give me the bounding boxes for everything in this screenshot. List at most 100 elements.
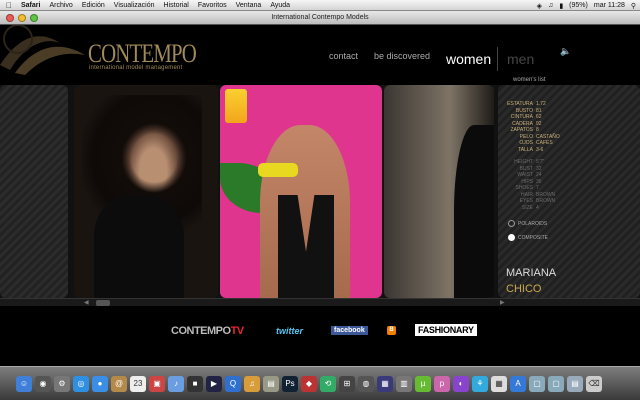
twitter-link[interactable]: twitter <box>276 326 303 336</box>
model-photo-2[interactable] <box>220 85 382 298</box>
battery-icon[interactable]: ▮ <box>559 2 563 10</box>
site-header: CONTEMPO international model management … <box>0 25 640 85</box>
app-store-icon[interactable]: A <box>510 375 526 392</box>
stat-value: BROWN <box>536 198 556 204</box>
mac-dock: ☺ ◉ ⚙ ◎ ● @23 ▣ ♪ ■ ▶ Q ♫ ▤ Ps ◆ ⟲ ⊞ ◍ ▦ ▥ µ p ◐ ⚘ ▦ A ▢ ▢ ▤ ⌫ <box>0 366 640 400</box>
polaroids-radio[interactable] <box>508 220 515 227</box>
bittorrent-icon[interactable]: µ <box>415 375 431 392</box>
system-preferences-icon[interactable]: ⚙ <box>54 375 70 392</box>
iphoto-icon[interactable]: ▣ <box>149 375 165 392</box>
time-machine-icon[interactable]: ⟲ <box>320 375 336 392</box>
menubar-status-area: ◈ ♫ ▮ (95%) mar 11:28 ⚲ <box>537 0 636 11</box>
model-gallery: ESTATURA 1.72 BUSTO 81 CINTURA 62 CADERA 92 … <box>0 85 640 300</box>
expose-icon[interactable]: ⊞ <box>339 375 355 392</box>
dashboard-icon[interactable]: ◉ <box>35 375 51 392</box>
photo2-sunglasses <box>258 163 298 177</box>
ichat-icon[interactable]: ● <box>92 375 108 392</box>
window-titlebar: International Contempo Models <box>0 11 640 25</box>
safari-icon[interactable]: ◎ <box>73 375 89 392</box>
volume-icon[interactable]: ♫ <box>548 2 553 9</box>
wifi-icon[interactable]: ◈ <box>537 2 542 10</box>
menu-safari[interactable]: Safari <box>21 2 40 9</box>
menu-favoritos[interactable]: Favoritos <box>198 2 227 9</box>
nav-men[interactable]: men <box>507 51 534 67</box>
ical-icon[interactable]: 23 <box>130 375 146 392</box>
network-icon[interactable]: ⚘ <box>472 375 488 392</box>
vlc-icon[interactable]: p <box>434 375 450 392</box>
nav-be-discovered[interactable]: be discovered <box>374 51 430 61</box>
close-button[interactable] <box>6 14 14 22</box>
nav-contact[interactable]: contact <box>329 51 358 61</box>
nav-be-discovered-link[interactable]: be discovered <box>374 51 430 61</box>
blogger-icon[interactable]: B <box>387 326 396 335</box>
window-title: International Contempo Models <box>271 14 369 21</box>
menu-visualizacion[interactable]: Visualización <box>114 2 155 9</box>
calculator-icon[interactable]: ▦ <box>491 375 507 392</box>
contempo-tv-suffix: TV <box>230 325 245 337</box>
contempo-tv-link[interactable]: CONTEMPOTV <box>171 325 244 337</box>
stat-label: TALLA <box>518 146 533 153</box>
photo3-figure <box>454 125 494 298</box>
model-first-name: MARIANA <box>506 267 557 279</box>
finder-icon[interactable]: ☺ <box>16 375 32 392</box>
fashionary-link[interactable]: FASHIONARY <box>415 324 477 336</box>
frontrow-icon[interactable]: ▶ <box>206 375 222 392</box>
model-info-panel: ESTATURA 1.72 BUSTO 81 CINTURA 62 CADERA 92 … <box>498 85 640 298</box>
stat-label: SIZE <box>521 204 533 211</box>
minimize-button[interactable] <box>18 14 26 22</box>
nav-contact-link[interactable]: contact <box>329 51 358 61</box>
menu-ventana[interactable]: Ventana <box>236 2 262 9</box>
quicktime-icon[interactable]: Q <box>225 375 241 392</box>
facebook-link[interactable]: facebook <box>331 326 368 335</box>
photoshop-icon[interactable]: Ps <box>282 375 298 392</box>
photo-booth-icon[interactable]: ■ <box>187 375 203 392</box>
spaces-icon[interactable]: ▦ <box>377 375 393 392</box>
photo1-dress <box>94 195 184 298</box>
model-photo-1[interactable] <box>74 85 218 298</box>
site-footer: CONTEMPOTV twitter facebook B FASHIONARY <box>0 306 640 366</box>
composite-label: COMPOSITE <box>518 234 549 241</box>
stat-value: 4 <box>536 204 539 211</box>
itunes-icon[interactable]: ♪ <box>168 375 184 392</box>
menu-archivo[interactable]: Archivo <box>49 2 72 9</box>
model-stats: ESTATURA 1.72 BUSTO 81 CINTURA 62 CADERA 92 … <box>504 101 560 211</box>
window-controls <box>6 14 38 22</box>
gallery-scrollbar[interactable]: ◀ ▶ <box>0 298 640 306</box>
contempo-tv-brand: CONTEMPO <box>171 325 231 337</box>
stack-icon[interactable]: ▤ <box>567 375 583 392</box>
battery-percent: (95%) <box>569 2 588 9</box>
preview-icon[interactable]: ▤ <box>263 375 279 392</box>
aperture-icon[interactable]: ◍ <box>358 375 374 392</box>
stat-value: 3-6 <box>536 146 544 153</box>
composite-radio[interactable] <box>508 234 515 241</box>
apple-icon[interactable]:  <box>6 1 14 10</box>
app-icon[interactable]: ◆ <box>301 375 317 392</box>
spotlight-icon[interactable]: ⚲ <box>631 2 636 10</box>
documents-folder-icon[interactable]: ▢ <box>548 375 564 392</box>
widget-icon[interactable]: ◐ <box>453 375 469 392</box>
nav-women-link[interactable]: women <box>446 51 491 67</box>
site-logo-tagline: international model management <box>89 65 183 71</box>
womens-list-link[interactable]: women's list <box>513 77 546 83</box>
utility-icon[interactable]: ▥ <box>396 375 412 392</box>
address-book-icon[interactable]: @ <box>111 375 127 392</box>
polaroids-option[interactable]: POLAROIDS <box>508 220 547 227</box>
photo2-juice-glass <box>225 89 247 123</box>
logo-swirl-icon <box>0 25 85 75</box>
model-last-name: CHICO <box>506 283 542 295</box>
nav-women[interactable]: women <box>446 51 491 67</box>
sound-toggle-icon[interactable]: 🔈 <box>560 46 571 56</box>
trash-icon[interactable]: ⌫ <box>586 375 602 392</box>
downloads-folder-icon[interactable]: ▢ <box>529 375 545 392</box>
model-photo-3[interactable] <box>384 85 494 298</box>
menu-ayuda[interactable]: Ayuda <box>270 2 290 9</box>
clock[interactable]: mar 11:28 <box>594 2 625 9</box>
menu-edicion[interactable]: Edición <box>82 2 105 9</box>
zoom-button[interactable] <box>30 14 38 22</box>
nav-divider <box>497 47 498 71</box>
nav-men-link[interactable]: men <box>507 51 534 67</box>
menu-historial[interactable]: Historial <box>164 2 189 9</box>
garageband-icon[interactable]: ♫ <box>244 375 260 392</box>
mac-menubar:  Safari Archivo Edición Visualización H… <box>0 0 640 11</box>
composite-option[interactable]: COMPOSITE <box>508 234 548 241</box>
